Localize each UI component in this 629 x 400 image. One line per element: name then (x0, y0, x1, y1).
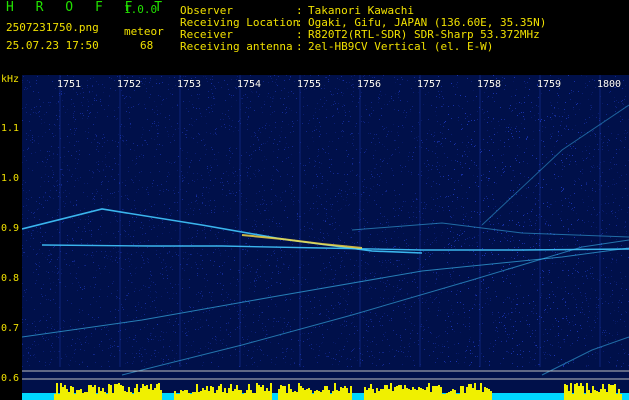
meteor-label: meteor (124, 25, 164, 38)
file-name: 2507231750.png (6, 21, 99, 34)
x-tick-label: 1753 (177, 79, 202, 90)
x-tick-label: 1800 (597, 79, 622, 90)
y-tick-label: 1.1 (1, 123, 20, 134)
y-tick-label: 0.8 (1, 273, 20, 284)
y-axis-unit: kHz (1, 74, 20, 85)
app-version: 1.0.0 (124, 3, 158, 16)
spectrogram (22, 75, 629, 400)
x-tick-label: 1752 (117, 79, 142, 90)
info-value-antenna: 2el-HB9CV Vertical (el. E-W) (308, 40, 494, 53)
info-sep: : (296, 40, 303, 53)
y-tick-label: 0.9 (1, 223, 20, 234)
y-tick-label: 1.0 (1, 173, 20, 184)
x-tick-label: 1759 (537, 79, 562, 90)
x-tick-label: 1751 (57, 79, 82, 90)
y-axis: kHz 1.1 1.0 0.9 0.8 0.7 0.6 (0, 74, 22, 400)
y-tick-label: 0.6 (1, 373, 20, 384)
x-tick-label: 1758 (477, 79, 502, 90)
x-tick-label: 1757 (417, 79, 442, 90)
y-tick-label: 0.7 (1, 323, 20, 334)
header-panel: H R O F F T 1.0.0 2507231750.png meteor … (0, 0, 629, 75)
meteor-count: 68 (140, 39, 154, 52)
timestamp: 25.07.23 17:50 (6, 39, 99, 52)
spectrogram-background (22, 75, 629, 400)
x-tick-label: 1756 (357, 79, 382, 90)
x-tick-label: 1754 (237, 79, 262, 90)
info-label-antenna: Receiving antenna (180, 40, 293, 53)
x-tick-label: 1755 (297, 79, 322, 90)
spectrogram-canvas (22, 75, 629, 400)
